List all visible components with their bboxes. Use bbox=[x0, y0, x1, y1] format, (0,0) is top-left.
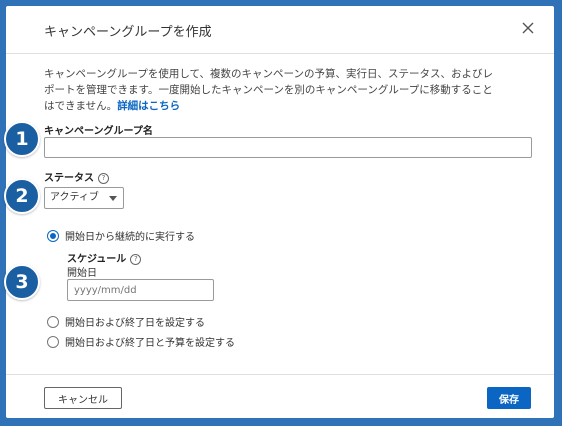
close-icon[interactable] bbox=[520, 20, 536, 36]
save-button[interactable]: 保存 bbox=[487, 387, 531, 409]
description-line: ポートを管理できます。一度開始したキャンペーンを別のキャンペーングループに移動す… bbox=[44, 84, 493, 96]
footer-divider bbox=[6, 374, 554, 375]
radio-label: 開始日および終了日を設定する bbox=[65, 318, 205, 329]
status-select[interactable]: アクティブ bbox=[44, 187, 124, 209]
status-help-icon[interactable]: ? bbox=[98, 172, 109, 184]
description-line: はできません。 bbox=[44, 100, 118, 112]
step-badge-1: 1 bbox=[4, 121, 40, 157]
status-label-row: ステータス? bbox=[44, 169, 109, 184]
step-badge-3: 3 bbox=[4, 264, 40, 300]
status-select-value: アクティブ bbox=[50, 192, 99, 203]
radio-button[interactable] bbox=[47, 315, 59, 328]
details-link[interactable]: 詳細はこちら bbox=[117, 100, 180, 112]
create-campaign-group-dialog: キャンペーングループを作成 キャンペーングループを使用して、複数のキャンペーンの… bbox=[6, 6, 554, 418]
dialog-header: キャンペーングループを作成 bbox=[6, 6, 554, 54]
description-line: キャンペーングループを使用して、複数のキャンペーンの予算、実行日、ステータス、お… bbox=[44, 68, 493, 80]
radio-button[interactable] bbox=[47, 335, 59, 348]
start-date-label: 開始日 bbox=[67, 268, 97, 279]
start-date-input[interactable] bbox=[67, 279, 214, 301]
radio-label: 開始日から継続的に実行する bbox=[65, 232, 195, 243]
schedule-help-icon[interactable]: ? bbox=[130, 253, 142, 265]
radio-set-dates-and-budget[interactable]: 開始日および終了日と予算を設定する bbox=[47, 334, 235, 349]
chevron-down-icon bbox=[109, 196, 117, 201]
campaign-group-name-input[interactable] bbox=[44, 137, 532, 158]
radio-button-checked[interactable] bbox=[47, 229, 59, 242]
radio-label: 開始日および終了日と予算を設定する bbox=[65, 338, 235, 349]
radio-run-continuously[interactable]: 開始日から継続的に実行する bbox=[47, 228, 195, 243]
dialog-description: キャンペーングループを使用して、複数のキャンペーンの予算、実行日、ステータス、お… bbox=[44, 66, 530, 114]
dialog-title: キャンペーングループを作成 bbox=[44, 25, 212, 40]
schedule-label-row: スケジュール? bbox=[67, 250, 142, 265]
step-badge-2: 2 bbox=[4, 178, 40, 214]
radio-set-start-end-date[interactable]: 開始日および終了日を設定する bbox=[47, 314, 205, 329]
cancel-button[interactable]: キャンセル bbox=[44, 387, 122, 409]
status-label: ステータス bbox=[44, 173, 94, 184]
campaign-group-name-label: キャンペーングループ名 bbox=[44, 126, 153, 137]
